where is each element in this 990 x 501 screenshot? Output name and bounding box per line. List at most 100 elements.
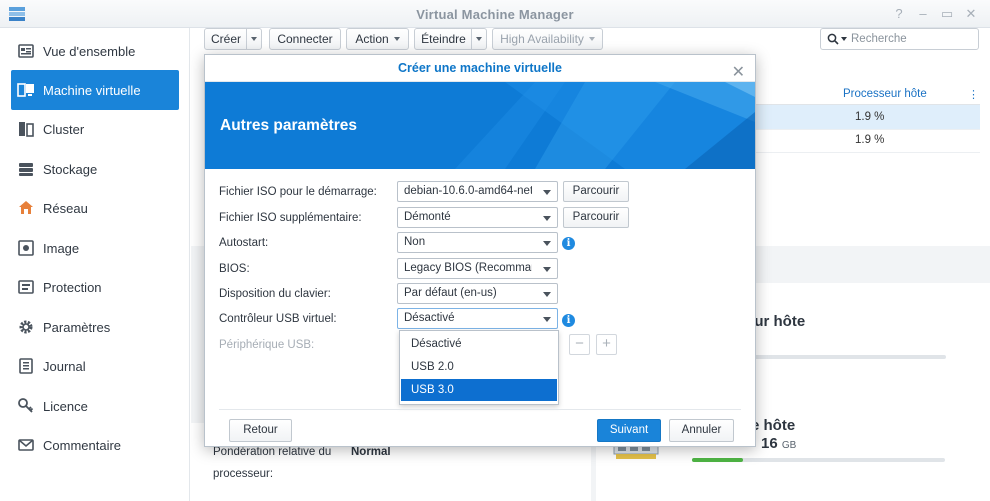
shutdown-dropdown-toggle[interactable] <box>471 29 486 49</box>
connect-button[interactable]: Connecter <box>269 28 341 50</box>
storage-icon <box>19 163 33 176</box>
sidebar-item-label: Cluster <box>43 121 85 137</box>
table-divider <box>755 152 980 153</box>
sidebar-item-label: Licence <box>43 398 88 414</box>
sidebar-item-log[interactable]: Journal <box>11 346 179 386</box>
add-usb-button[interactable]: + <box>596 334 617 355</box>
action-button-label: Action <box>355 32 389 46</box>
keyboard-layout-value: Par défaut (en-us) <box>404 287 497 299</box>
bios-select[interactable]: Legacy BIOS (Recommandé <box>397 258 558 279</box>
table-cell-host-cpu: 1.9 % <box>855 134 885 146</box>
autostart-label: Autostart: <box>219 237 269 249</box>
chevron-down-icon <box>393 37 400 41</box>
iso-extra-value: Démonté <box>404 211 451 223</box>
sidebar-item-image[interactable]: Image <box>11 228 179 268</box>
sidebar-item-label: Commentaire <box>43 437 122 453</box>
search-placeholder: Recherche <box>851 33 907 45</box>
sidebar-item-storage[interactable]: Stockage <box>11 149 179 189</box>
log-icon <box>19 358 33 374</box>
sidebar-item-label: Paramètres <box>43 319 111 335</box>
usb-option-usb3[interactable]: USB 3.0 <box>401 379 557 401</box>
high-availability-button[interactable]: High Availability <box>492 28 603 50</box>
maximize-icon[interactable]: ▭ <box>938 5 956 23</box>
back-button[interactable]: Retour <box>229 419 292 442</box>
dialog-header: Créer une machine virtuelle ✕ <box>205 55 755 82</box>
info-icon[interactable]: i <box>562 237 575 250</box>
usb-option-usb2[interactable]: USB 2.0 <box>401 356 557 378</box>
sidebar: Vue d'ensemble Machine virtuelle Cluster… <box>0 28 190 501</box>
chevron-down-icon <box>543 190 551 195</box>
memory-panel-title: e hôte <box>751 417 796 434</box>
overview-icon <box>18 44 34 58</box>
iso-boot-select[interactable]: debian-10.6.0-amd64-netin <box>397 181 558 202</box>
usb-device-label: Périphérique USB: <box>219 339 315 351</box>
sidebar-item-label: Protection <box>43 279 102 295</box>
create-dropdown-toggle[interactable] <box>246 29 261 49</box>
column-menu-icon[interactable]: ⋮ <box>968 88 979 101</box>
toolbar: Créer Connecter Action Éteindre High Ava… <box>191 28 990 56</box>
sidebar-item-label: Image <box>43 240 80 256</box>
iso-boot-label: Fichier ISO pour le démarrage: <box>219 186 377 198</box>
bios-value: Legacy BIOS (Recommandé <box>404 262 532 274</box>
cpu-usage-bar <box>746 355 946 359</box>
sidebar-item-license[interactable]: Licence <box>11 386 179 426</box>
usb-controller-dropdown: Désactivé USB 2.0 USB 3.0 <box>399 330 559 405</box>
create-button[interactable]: Créer <box>204 28 262 50</box>
cpu-priority-label-2: processeur: <box>213 468 274 480</box>
memory-usage-bar <box>692 458 945 462</box>
create-vm-dialog: Créer une machine virtuelle ✕ Autres par… <box>204 54 756 447</box>
chevron-down-icon <box>476 37 482 41</box>
sidebar-item-label: Journal <box>43 358 86 374</box>
sidebar-item-virtual-machine[interactable]: Machine virtuelle <box>11 70 179 110</box>
column-header-host-cpu[interactable]: Processeur hôte <box>843 88 927 100</box>
cluster-icon <box>19 122 34 137</box>
chevron-down-icon <box>543 317 551 322</box>
keyboard-layout-select[interactable]: Par défaut (en-us) <box>397 283 558 304</box>
iso-extra-select[interactable]: Démonté <box>397 207 558 228</box>
chevron-down-icon <box>543 216 551 221</box>
chevron-down-icon <box>588 37 595 41</box>
usb-option-disabled[interactable]: Désactivé <box>401 333 557 355</box>
high-availability-label: High Availability <box>500 32 584 46</box>
remove-usb-button[interactable]: − <box>569 334 590 355</box>
dialog-banner: Autres paramètres <box>205 82 755 169</box>
sidebar-item-protection[interactable]: Protection <box>11 267 179 307</box>
autostart-value: Non <box>404 236 426 248</box>
browse-iso-boot-button[interactable]: Parcourir <box>563 181 629 202</box>
protection-icon <box>18 280 34 294</box>
memory-unit: GB <box>781 440 797 451</box>
info-icon[interactable]: i <box>562 314 575 327</box>
search-icon <box>827 33 839 45</box>
virtual-machine-icon <box>17 83 34 97</box>
memory-usage-fill <box>692 458 743 462</box>
cancel-button[interactable]: Annuler <box>669 419 734 442</box>
shutdown-button[interactable]: Éteindre <box>414 28 487 50</box>
sidebar-item-cluster[interactable]: Cluster <box>11 109 179 149</box>
sidebar-item-network[interactable]: Réseau <box>11 188 179 228</box>
sidebar-item-label: Machine virtuelle <box>43 82 141 98</box>
action-button[interactable]: Action <box>346 28 409 50</box>
create-button-label: Créer <box>210 32 241 46</box>
chevron-down-icon <box>543 292 551 297</box>
cpu-priority-value: Normal <box>351 446 391 458</box>
sidebar-item-settings[interactable]: Paramètres <box>11 307 179 347</box>
close-icon[interactable]: ✕ <box>962 5 980 23</box>
help-icon[interactable]: ? <box>890 5 908 23</box>
next-button[interactable]: Suivant <box>597 419 661 442</box>
search-field[interactable]: Recherche <box>820 28 979 50</box>
sidebar-item-label: Vue d'ensemble <box>43 43 136 59</box>
dialog-footer-divider <box>219 409 741 410</box>
table-divider <box>755 129 980 130</box>
minimize-icon[interactable]: – <box>914 5 932 23</box>
bios-label: BIOS: <box>219 263 250 275</box>
sidebar-item-feedback[interactable]: Commentaire <box>11 425 179 465</box>
sidebar-item-overview[interactable]: Vue d'ensemble <box>11 31 179 71</box>
usb-controller-select[interactable]: Désactivé <box>397 308 558 329</box>
autostart-select[interactable]: Non <box>397 232 558 253</box>
browse-iso-extra-button[interactable]: Parcourir <box>563 207 629 228</box>
keyboard-layout-label: Disposition du clavier: <box>219 288 331 300</box>
window-title: Virtual Machine Manager <box>416 7 574 22</box>
table-cell-host-cpu: 1.9 % <box>855 111 885 123</box>
iso-extra-label: Fichier ISO supplémentaire: <box>219 212 362 224</box>
chevron-down-icon <box>543 241 551 246</box>
